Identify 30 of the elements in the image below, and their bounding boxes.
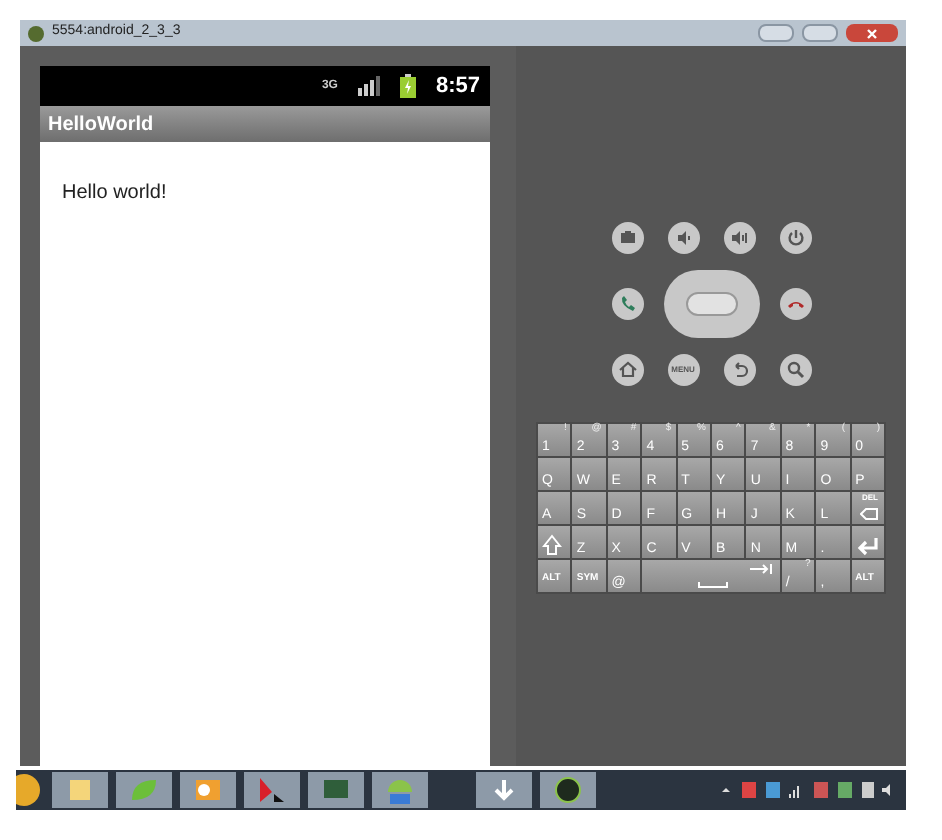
app-title: HelloWorld bbox=[48, 111, 154, 139]
power-button[interactable] bbox=[779, 222, 811, 254]
shift-icon bbox=[542, 534, 562, 556]
enter-key[interactable] bbox=[851, 526, 884, 558]
mail-app-icon[interactable] bbox=[180, 772, 236, 808]
round-app-icon[interactable] bbox=[540, 772, 596, 808]
signal-icon bbox=[357, 76, 380, 96]
back-button[interactable] bbox=[723, 354, 755, 386]
camera-button[interactable] bbox=[611, 222, 643, 254]
battery-icon bbox=[399, 74, 416, 98]
hello-text: Hello world! bbox=[62, 182, 167, 204]
close-icon bbox=[866, 27, 878, 39]
space-icon bbox=[698, 582, 728, 588]
search-button[interactable] bbox=[779, 354, 811, 386]
dpad[interactable] bbox=[663, 270, 759, 338]
close-button[interactable] bbox=[846, 24, 898, 42]
android-icon bbox=[28, 25, 44, 41]
tab-icon bbox=[749, 564, 772, 574]
backspace-icon bbox=[859, 508, 878, 520]
space-key[interactable] bbox=[642, 560, 780, 592]
home-button[interactable] bbox=[611, 354, 643, 386]
end-call-button[interactable] bbox=[779, 288, 811, 320]
volume-down-button[interactable] bbox=[667, 222, 699, 254]
volume-up-button[interactable] bbox=[723, 222, 755, 254]
clock: 8:57 bbox=[435, 71, 480, 102]
start-orb-icon[interactable] bbox=[16, 772, 44, 808]
call-button[interactable] bbox=[611, 288, 643, 320]
enter-icon bbox=[855, 536, 880, 556]
shift-key[interactable] bbox=[538, 526, 571, 558]
monitor-app-icon[interactable] bbox=[308, 772, 364, 808]
